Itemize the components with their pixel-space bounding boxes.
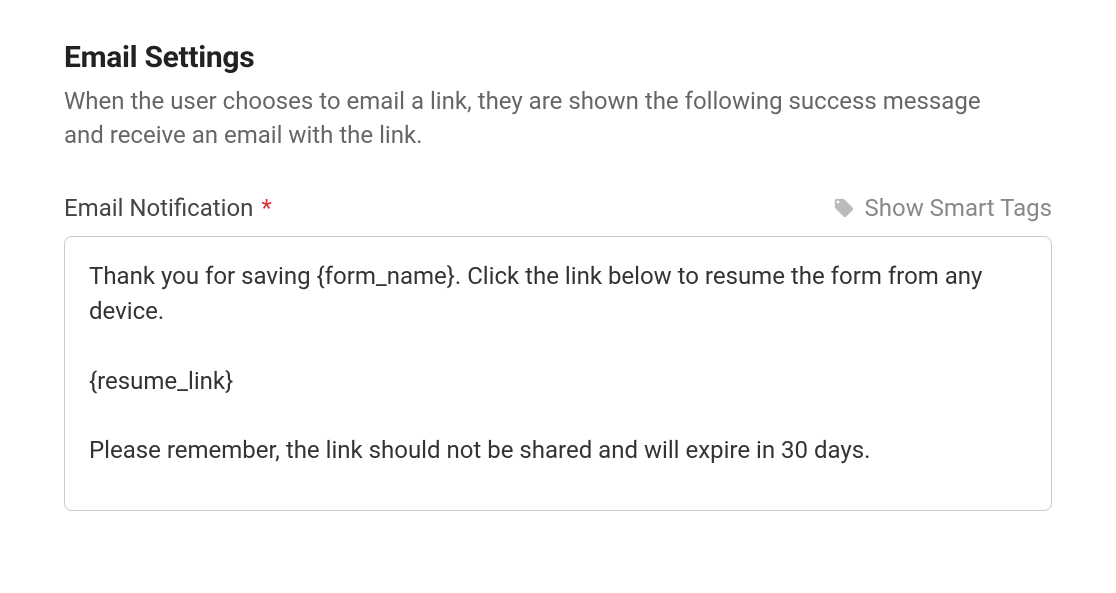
field-label-text: Email Notification bbox=[64, 194, 253, 222]
tag-icon bbox=[833, 197, 855, 219]
email-notification-textarea[interactable]: Thank you for saving {form_name}. Click … bbox=[64, 236, 1052, 511]
show-smart-tags-label: Show Smart Tags bbox=[865, 194, 1052, 222]
required-marker: * bbox=[261, 194, 271, 222]
show-smart-tags-button[interactable]: Show Smart Tags bbox=[833, 194, 1052, 222]
section-heading: Email Settings bbox=[64, 40, 1052, 75]
email-notification-label: Email Notification * bbox=[64, 194, 272, 222]
section-description: When the user chooses to email a link, t… bbox=[64, 85, 1024, 152]
field-label-row: Email Notification * Show Smart Tags bbox=[64, 194, 1052, 222]
